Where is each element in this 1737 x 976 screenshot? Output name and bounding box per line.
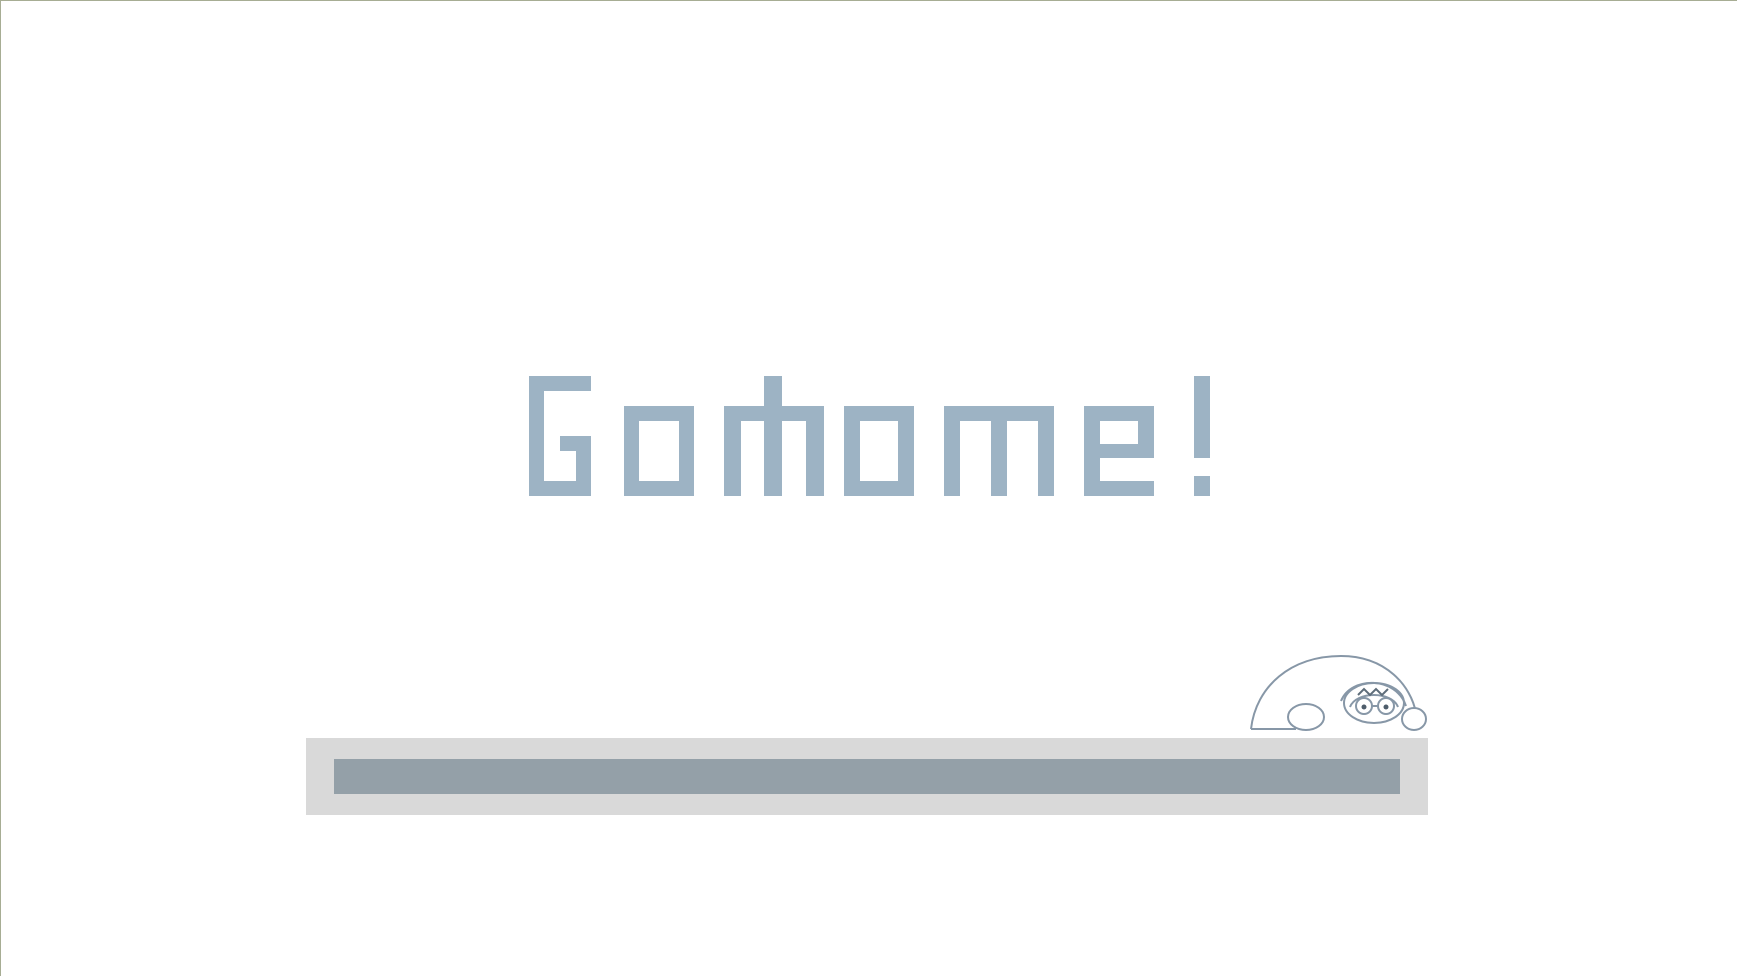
loading-bar-fill (334, 759, 1400, 794)
peeking-creature-icon (1246, 651, 1428, 733)
loading-screen: GoHome! (0, 0, 1737, 976)
pixel-title-graphic (529, 376, 1210, 496)
loading-bar (306, 738, 1428, 815)
game-title: GoHome! (524, 376, 1224, 496)
